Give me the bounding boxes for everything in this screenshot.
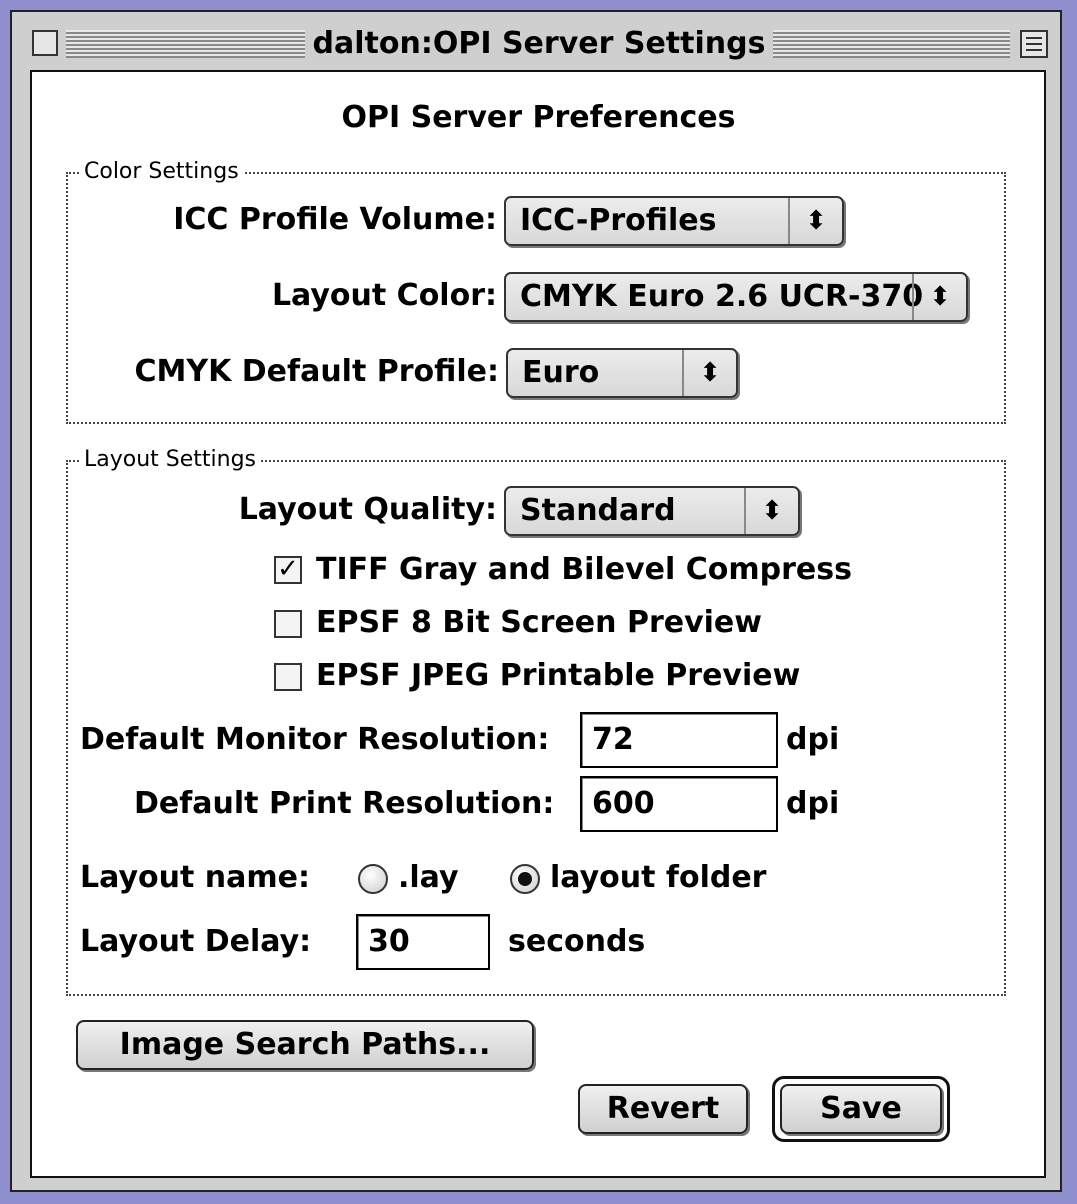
monitor-resolution-input[interactable]: 72 xyxy=(580,712,778,768)
color-settings-label: Color Settings xyxy=(80,160,243,184)
layout-delay-input[interactable]: 30 xyxy=(356,914,490,970)
popup-arrows-icon: ⬍ xyxy=(682,350,736,396)
layout-name-lay-label[interactable]: .lay xyxy=(398,858,459,898)
layout-color-value: CMYK Euro 2.6 UCR-370 xyxy=(520,279,924,314)
epsf-jpeg-checkbox[interactable] xyxy=(274,663,302,691)
cmyk-default-profile-popup[interactable]: Euro ⬍ xyxy=(506,348,738,398)
zoom-box-icon[interactable] xyxy=(1020,30,1048,58)
layout-color-popup[interactable]: CMYK Euro 2.6 UCR-370 ⬍ xyxy=(504,272,968,322)
popup-arrows-icon: ⬍ xyxy=(788,198,842,244)
epsf-jpeg-label[interactable]: EPSF JPEG Printable Preview xyxy=(316,656,800,696)
layout-settings-label: Layout Settings xyxy=(80,448,261,472)
monitor-resolution-unit: dpi xyxy=(786,722,840,757)
monitor-resolution-label: Default Monitor Resolution: xyxy=(80,722,550,757)
title-bar[interactable]: dalton:OPI Server Settings xyxy=(20,20,1058,68)
print-resolution-unit: dpi xyxy=(786,786,840,821)
layout-quality-label: Layout Quality: xyxy=(238,492,497,527)
cmyk-default-profile-label: CMYK Default Profile: xyxy=(134,354,499,389)
revert-button[interactable]: Revert xyxy=(578,1084,748,1134)
epsf-8bit-checkbox[interactable] xyxy=(274,610,302,638)
page-title: OPI Server Preferences xyxy=(341,100,736,135)
layout-name-folder-radio[interactable] xyxy=(510,864,540,894)
print-resolution-input[interactable]: 600 xyxy=(580,776,778,832)
epsf-8bit-label[interactable]: EPSF 8 Bit Screen Preview xyxy=(316,603,762,643)
layout-name-label: Layout name: xyxy=(80,860,310,895)
layout-color-label: Layout Color: xyxy=(271,278,497,313)
cmyk-default-profile-value: Euro xyxy=(522,355,600,390)
layout-name-lay-radio[interactable] xyxy=(358,864,388,894)
icc-profile-volume-label: ICC Profile Volume: xyxy=(173,202,497,237)
popup-arrows-icon: ⬍ xyxy=(744,488,798,534)
tiff-compress-checkbox[interactable]: ✓ xyxy=(274,556,302,584)
icc-profile-volume-popup[interactable]: ICC-Profiles ⬍ xyxy=(504,196,844,246)
layout-name-folder-label[interactable]: layout folder xyxy=(550,858,766,898)
layout-quality-popup[interactable]: Standard ⬍ xyxy=(504,486,800,536)
title-bar-stripes xyxy=(66,30,1010,58)
print-resolution-label: Default Print Resolution: xyxy=(134,786,555,821)
popup-arrows-icon: ⬍ xyxy=(912,274,966,320)
icc-profile-volume-value: ICC-Profiles xyxy=(520,203,717,238)
tiff-compress-label[interactable]: TIFF Gray and Bilevel Compress xyxy=(316,550,852,590)
save-button[interactable]: Save xyxy=(780,1084,942,1134)
image-search-paths-button[interactable]: Image Search Paths... xyxy=(76,1020,534,1070)
layout-quality-value: Standard xyxy=(520,493,676,528)
close-box-icon[interactable] xyxy=(32,30,58,56)
layout-delay-unit: seconds xyxy=(508,924,646,959)
layout-delay-label: Layout Delay: xyxy=(80,924,312,959)
